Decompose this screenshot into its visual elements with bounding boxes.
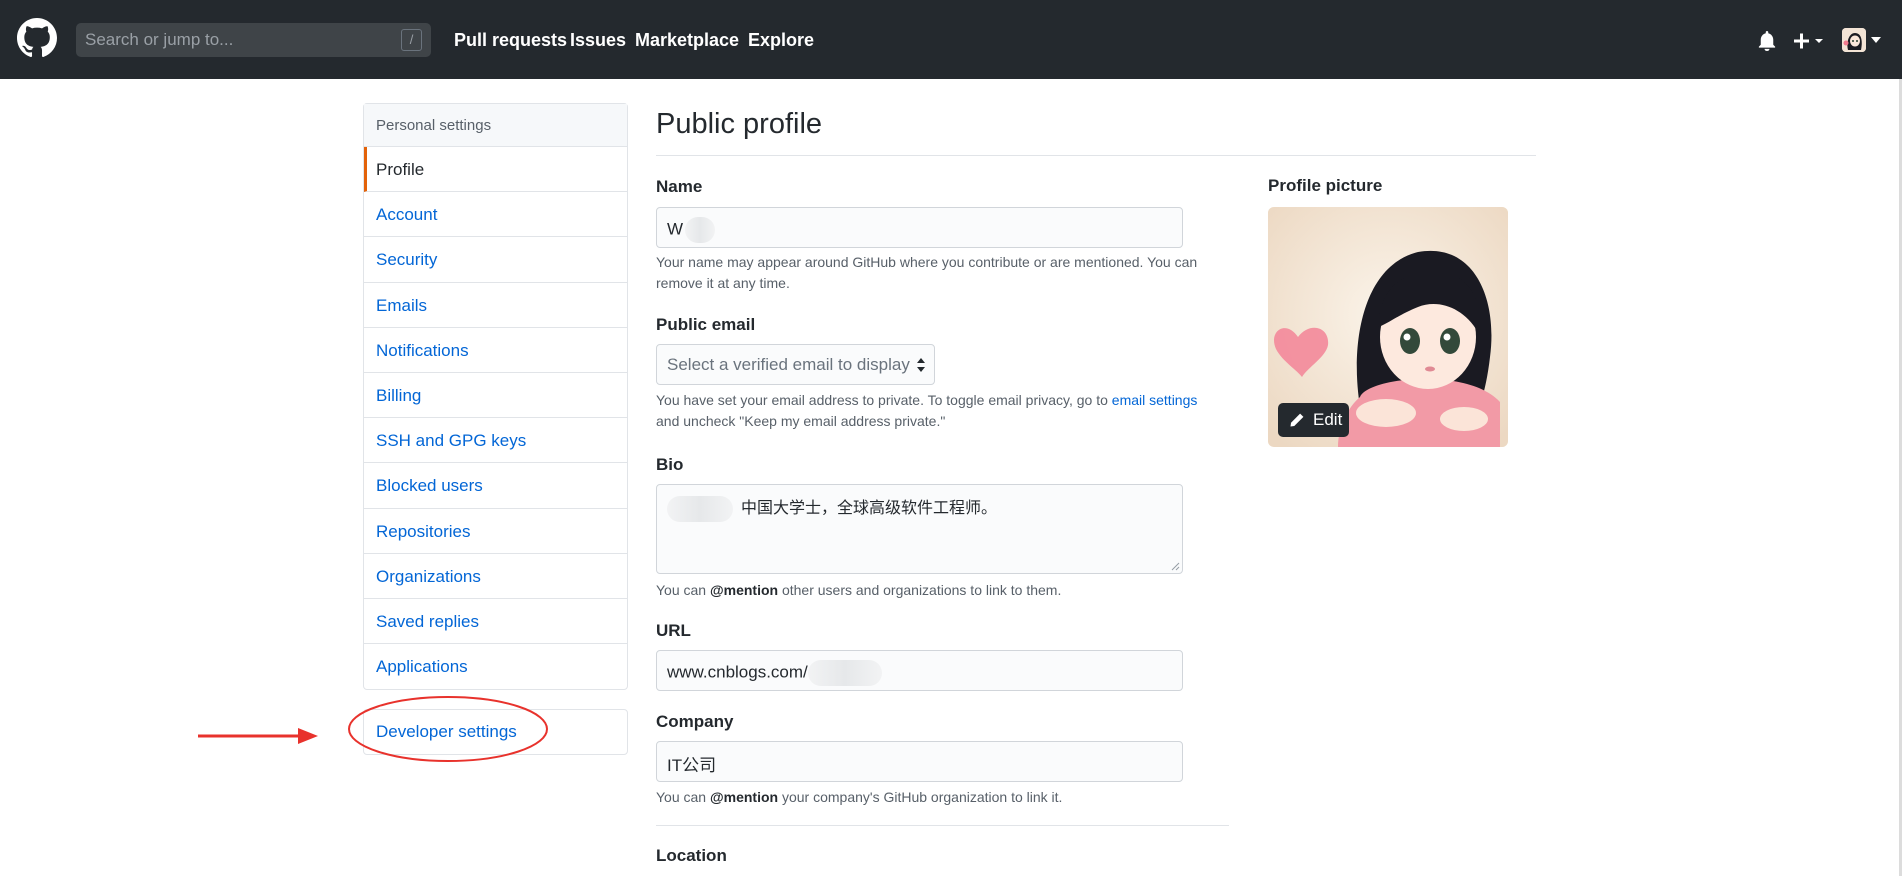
url-field[interactable]: www.cnblogs.com/ (656, 650, 1183, 691)
email-help-before: You have set your email address to priva… (656, 392, 1112, 408)
redacted-blur (685, 217, 716, 243)
nav-explore[interactable]: Explore (748, 30, 814, 51)
sidebar-item-blocked-users[interactable]: Blocked users (364, 463, 627, 509)
annotation-arrow-head-icon (298, 728, 318, 744)
company-help-before: You can (656, 789, 710, 805)
bio-help-after: other users and organizations to link to… (778, 582, 1062, 598)
name-field[interactable]: W (656, 207, 1183, 248)
title-divider (656, 155, 1536, 156)
global-header: Search or jump to... / Pull requests Iss… (0, 0, 1902, 79)
public-email-label: Public email (656, 315, 756, 334)
url-value: www.cnblogs.com/ (667, 662, 808, 682)
bio-help-mention: @mention (709, 582, 779, 598)
notifications-bell-icon[interactable] (1757, 31, 1777, 51)
avatar (1842, 28, 1866, 52)
bio-value: 中国大学士，全球高级软件工程师。 (741, 500, 998, 517)
location-label: Location (656, 846, 727, 865)
page-title: Public profile (656, 108, 823, 140)
name-label: Name (656, 177, 703, 196)
email-settings-link[interactable]: email settings (1112, 392, 1198, 408)
sidebar-item-saved-replies[interactable]: Saved replies (364, 599, 627, 645)
bio-help-text: You can @mention other users and organiz… (656, 580, 1216, 601)
search-input[interactable]: Search or jump to... / (76, 23, 431, 57)
nav-issues[interactable]: Issues (570, 30, 626, 51)
public-email-help-text: You have set your email address to priva… (656, 390, 1236, 432)
public-email-placeholder: Select a verified email to display (667, 355, 910, 374)
chevron-down-icon (1871, 37, 1881, 43)
public-email-select[interactable]: Select a verified email to display (656, 344, 935, 385)
name-help-text: Your name may appear around GitHub where… (656, 254, 1198, 291)
settings-sidebar: Personal settings Profile Account Securi… (363, 103, 628, 691)
company-value: IT公司 (667, 756, 717, 775)
sidebar-item-billing[interactable]: Billing (364, 373, 627, 419)
edit-picture-button[interactable]: Edit (1278, 403, 1349, 437)
redacted-blur (667, 495, 733, 522)
email-help-after: and uncheck "Keep my email address priva… (656, 413, 946, 429)
sidebar-item-applications[interactable]: Applications (364, 644, 627, 689)
developer-settings-box: Developer settings (363, 709, 628, 755)
resize-handle-icon[interactable] (1170, 561, 1180, 571)
section-divider (656, 825, 1229, 826)
sidebar-heading: Personal settings (364, 104, 627, 147)
bio-help-before: You can (656, 582, 710, 598)
nav-pull-requests[interactable]: Pull requests (454, 30, 567, 51)
company-help-text: You can @mention your company's GitHub o… (656, 787, 1216, 808)
sidebar-item-notifications[interactable]: Notifications (364, 328, 627, 373)
bio-textarea[interactable]: 中国大学士，全球高级软件工程师。 (656, 484, 1183, 574)
create-new-plus-icon[interactable] (1793, 31, 1831, 51)
sidebar-item-repositories[interactable]: Repositories (364, 509, 627, 554)
url-label: URL (656, 621, 691, 640)
profile-picture-label: Profile picture (1268, 176, 1383, 195)
pencil-icon (1290, 413, 1304, 427)
user-menu[interactable] (1842, 28, 1884, 56)
sidebar-item-emails[interactable]: Emails (364, 283, 627, 328)
sidebar-item-profile[interactable]: Profile (364, 147, 627, 193)
company-help-mention: @mention (709, 789, 779, 805)
company-field[interactable]: IT公司 (656, 741, 1183, 782)
select-arrows-icon (917, 358, 925, 372)
nav-marketplace[interactable]: Marketplace (635, 30, 739, 51)
redacted-blur (807, 660, 882, 686)
sidebar-item-security[interactable]: Security (364, 237, 627, 283)
sidebar-item-ssh-gpg-keys[interactable]: SSH and GPG keys (364, 418, 627, 464)
sidebar-item-organizations[interactable]: Organizations (364, 554, 627, 599)
search-shortcut-key: / (401, 29, 422, 51)
search-placeholder: Search or jump to... (85, 30, 234, 49)
edit-picture-label: Edit (1313, 410, 1343, 429)
github-logo-icon[interactable] (17, 18, 57, 58)
company-help-after: your company's GitHub organization to li… (778, 789, 1063, 805)
company-label: Company (656, 712, 734, 731)
bio-label: Bio (656, 455, 684, 474)
sidebar-item-developer-settings[interactable]: Developer settings (364, 710, 627, 754)
name-value: W (667, 219, 684, 239)
sidebar-item-account[interactable]: Account (364, 192, 627, 238)
